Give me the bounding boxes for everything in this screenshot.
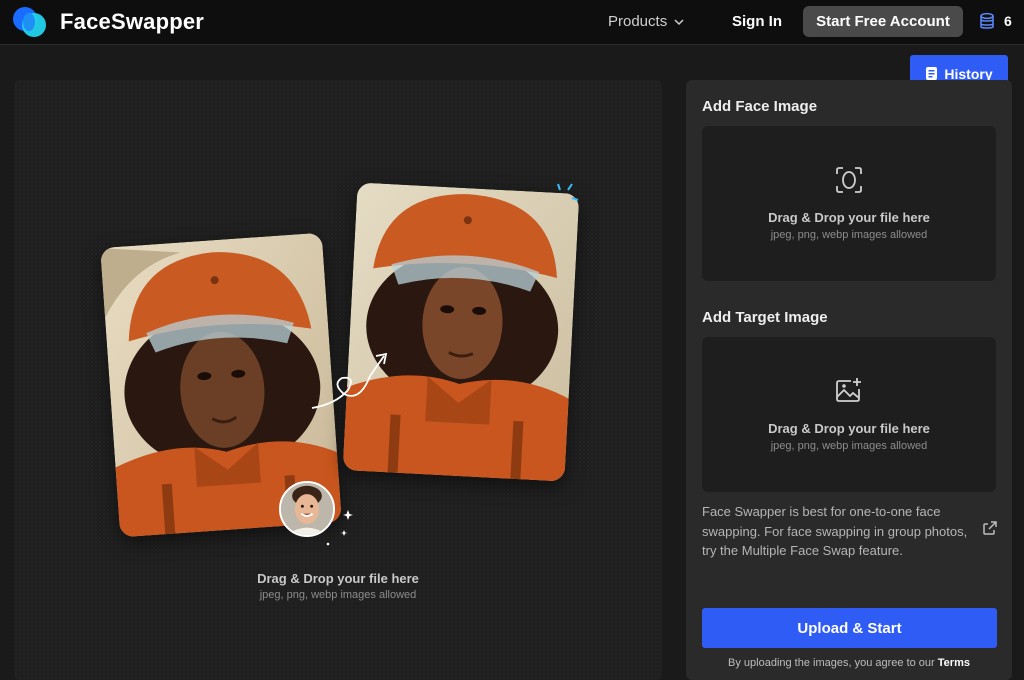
- image-add-icon: [836, 378, 861, 402]
- face-image-dropzone[interactable]: Drag & Drop your file here jpeg, png, we…: [702, 126, 996, 281]
- terms-link[interactable]: Terms: [938, 657, 970, 669]
- target-dropzone-title: Drag & Drop your file here: [768, 421, 930, 436]
- products-menu[interactable]: Products: [608, 13, 685, 30]
- history-file-icon: [926, 67, 938, 80]
- sign-in-link[interactable]: Sign In: [732, 13, 782, 30]
- info-text: Face Swapper is best for one-to-one face…: [702, 504, 968, 558]
- result-photo-preview: [342, 182, 580, 482]
- face-scan-icon: [836, 167, 862, 193]
- face-sample-avatar: [279, 481, 335, 537]
- credits-count: 6: [1004, 13, 1012, 29]
- dropzone-subtitle: jpeg, png, webp images allowed: [259, 589, 417, 601]
- terms-prefix: By uploading the images, you agree to ou…: [728, 657, 935, 669]
- external-link-icon[interactable]: [982, 520, 998, 536]
- products-label: Products: [608, 13, 668, 30]
- logo-icon[interactable]: [10, 2, 50, 42]
- top-nav-bar: FaceSwapper Products Sign In Start Free …: [0, 0, 1024, 45]
- add-face-title: Add Face Image: [702, 98, 818, 115]
- face-dropzone-title: Drag & Drop your file here: [768, 210, 930, 225]
- terms-notice: By uploading the images, you agree to ou…: [686, 657, 1012, 669]
- upload-sidebar: Add Face Image Drag & Drop your file her…: [686, 80, 1012, 680]
- sparkle-lines-icon: [557, 183, 579, 201]
- credits-counter[interactable]: 6: [978, 12, 1012, 30]
- upload-start-button[interactable]: Upload & Start: [702, 608, 997, 648]
- dropzone-title: Drag & Drop your file here: [257, 571, 419, 586]
- coins-stack-icon: [980, 12, 994, 29]
- target-dropzone-subtitle: jpeg, png, webp images allowed: [770, 440, 928, 452]
- add-target-title: Add Target Image: [702, 309, 828, 326]
- start-free-account-button[interactable]: Start Free Account: [803, 6, 963, 37]
- swap-arrow-icon: [311, 352, 388, 409]
- target-image-dropzone[interactable]: Drag & Drop your file here jpeg, png, we…: [702, 337, 996, 492]
- brand-name[interactable]: FaceSwapper: [60, 9, 204, 35]
- face-dropzone-subtitle: jpeg, png, webp images allowed: [770, 229, 928, 241]
- chevron-down-icon: [674, 18, 684, 25]
- main-dropzone[interactable]: Drag & Drop your file here jpeg, png, we…: [14, 80, 662, 680]
